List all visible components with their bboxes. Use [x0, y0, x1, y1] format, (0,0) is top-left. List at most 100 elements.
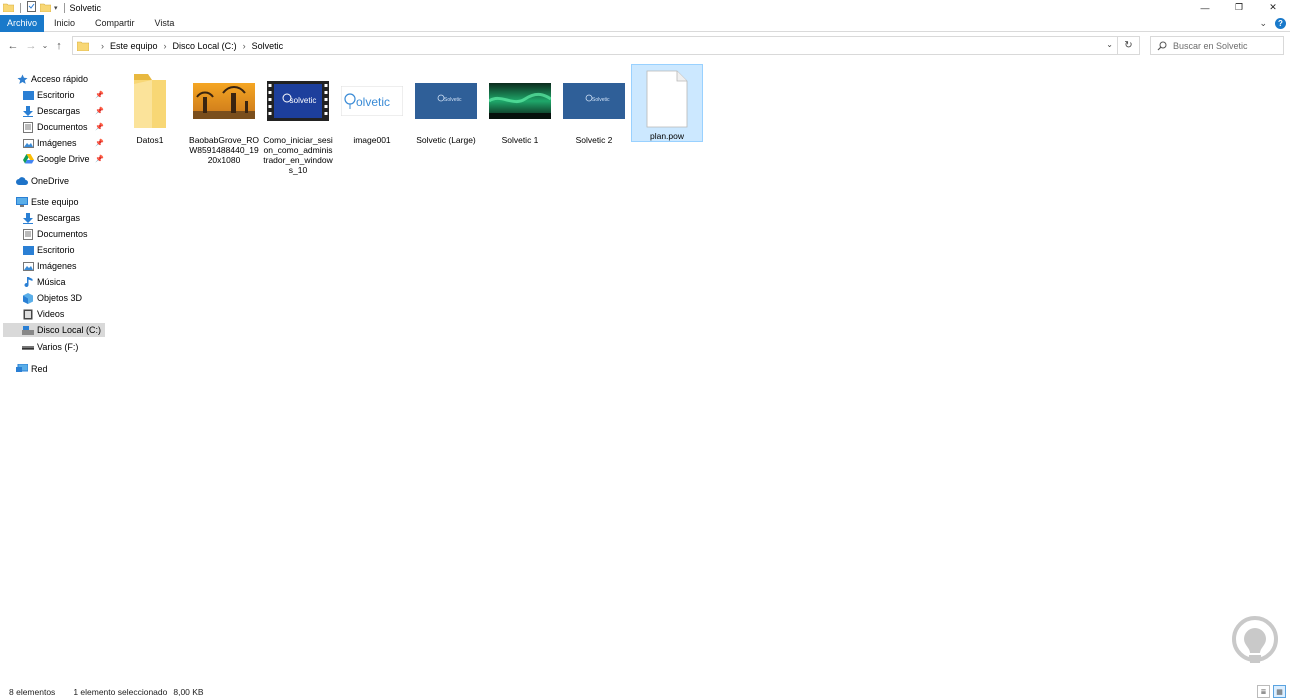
pictures-icon	[22, 260, 34, 272]
status-bar: 8 elementos 1 elemento seleccionado 8,00…	[0, 684, 1290, 700]
nav-pc-documentos[interactable]: Documentos	[22, 227, 106, 241]
breadcrumb-este-equipo[interactable]: Este equipo	[110, 41, 158, 51]
nav-pc-descargas[interactable]: Descargas	[22, 211, 106, 225]
maximize-button[interactable]: ❐	[1222, 0, 1256, 15]
desktop-icon	[22, 244, 34, 256]
star-icon	[16, 73, 28, 85]
tab-compartir[interactable]: Compartir	[85, 15, 145, 32]
nav-quick-documentos[interactable]: Documentos 📌	[22, 120, 106, 134]
blank-file-icon	[635, 69, 699, 129]
pin-icon: 📌	[95, 140, 104, 147]
nav-pc-imagenes[interactable]: Imágenes	[22, 259, 106, 273]
view-switcher: ≣ ▦	[1257, 685, 1286, 698]
tab-archivo[interactable]: Archivo	[0, 14, 45, 32]
folder-icon	[118, 69, 182, 133]
video-thumbnail: solvetic	[266, 69, 330, 133]
file-item-image001[interactable]: olvetic image001	[336, 65, 408, 175]
navigation-bar: ← → ⌄ ↑ › Este equipo › Disco Local (C:)…	[0, 33, 1290, 58]
video-icon	[22, 308, 34, 320]
customize-toolbar-icon[interactable]: ▾	[54, 4, 58, 12]
nav-red[interactable]: Red	[16, 362, 122, 376]
image-thumbnail	[488, 69, 552, 133]
music-icon	[22, 276, 34, 288]
file-name: Datos1	[136, 135, 164, 145]
file-list: Datos1 BaobabGrove_ROW8591488440_1920x10…	[110, 60, 1278, 684]
help-button[interactable]: ?	[1275, 18, 1286, 29]
details-view-icon: ≣	[1260, 688, 1267, 696]
solvetic-logo	[1230, 614, 1280, 674]
desktop-icon	[22, 89, 34, 101]
cube-icon	[22, 292, 34, 304]
search-box[interactable]: Buscar en Solvetic	[1150, 36, 1284, 55]
details-view-button[interactable]: ≣	[1257, 685, 1270, 698]
breadcrumb-disco-local[interactable]: Disco Local (C:)	[173, 41, 237, 51]
new-folder-icon[interactable]	[39, 2, 52, 14]
refresh-button[interactable]: ↻	[1118, 36, 1140, 55]
usb-drive-icon	[22, 341, 34, 353]
address-dropdown-button[interactable]: ⌄	[1106, 40, 1113, 49]
nav-quick-google-drive[interactable]: Google Drive 📌	[22, 152, 106, 166]
pin-icon: 📌	[95, 108, 104, 115]
nav-pc-videos[interactable]: Videos	[22, 307, 106, 321]
title-bar: ▾ Solvetic — ❐ ✕	[0, 0, 1290, 15]
nav-quick-escritorio[interactable]: Escritorio 📌	[22, 88, 106, 102]
help-icon: ?	[1278, 19, 1283, 28]
back-button[interactable]: ←	[4, 36, 22, 56]
large-icons-view-button[interactable]: ▦	[1273, 685, 1286, 698]
file-item-plan-pow[interactable]: plan.pow	[631, 64, 703, 142]
large-icons-view-icon: ▦	[1276, 688, 1283, 696]
file-name: image001	[353, 135, 391, 145]
nav-onedrive[interactable]: OneDrive	[16, 174, 122, 188]
vertical-scrollbar[interactable]	[1278, 60, 1290, 684]
download-icon	[22, 212, 34, 224]
breadcrumb-separator: ›	[242, 40, 246, 51]
search-input[interactable]: Buscar en Solvetic	[1173, 41, 1248, 51]
window-controls: — ❐ ✕	[1188, 0, 1290, 15]
nav-pc-objetos-3d[interactable]: Objetos 3D	[22, 291, 106, 305]
tab-vista[interactable]: Vista	[145, 15, 185, 32]
file-item-video[interactable]: solvetic Como_iniciar_sesion_como_admini…	[262, 65, 334, 175]
thumbnail-text: solvetic	[289, 95, 317, 105]
nav-pc-escritorio[interactable]: Escritorio	[22, 243, 106, 257]
close-button[interactable]: ✕	[1256, 0, 1290, 15]
file-item-solvetic-large[interactable]: Solvetic Solvetic (Large)	[410, 65, 482, 175]
file-item-datos1[interactable]: Datos1	[114, 65, 186, 175]
toolbar-separator	[63, 2, 65, 13]
image-thumbnail: Solvetic	[414, 69, 478, 133]
breadcrumb-solvetic[interactable]: Solvetic	[252, 41, 284, 51]
folder-icon	[77, 40, 89, 51]
nav-pc-varios[interactable]: Varios (F:)	[22, 340, 106, 354]
file-name: Como_iniciar_sesion_como_administrador_e…	[263, 135, 333, 175]
cloud-icon	[16, 175, 28, 187]
pin-icon: 📌	[95, 92, 104, 99]
toolbar-separator	[20, 2, 21, 13]
file-name: plan.pow	[649, 131, 685, 141]
nav-quick-access[interactable]: Acceso rápido	[16, 72, 122, 86]
up-button[interactable]: ↑	[50, 36, 68, 56]
nav-pc-musica[interactable]: Música	[22, 275, 106, 289]
quick-access-toolbar: ▾	[0, 0, 68, 15]
image-thumbnail: olvetic	[340, 69, 404, 133]
pictures-icon	[22, 137, 34, 149]
image-thumbnail: Solvetic	[562, 69, 626, 133]
nav-pc-disco-local[interactable]: Disco Local (C:)	[3, 323, 105, 337]
file-item-baobab[interactable]: BaobabGrove_ROW8591488440_1920x1080	[188, 65, 260, 175]
ribbon-expand-button[interactable]: ⌄	[1259, 18, 1267, 29]
file-name: Solvetic (Large)	[416, 135, 476, 145]
properties-icon[interactable]	[27, 1, 37, 14]
file-item-solvetic-2[interactable]: Solvetic Solvetic 2	[558, 65, 630, 175]
minimize-button[interactable]: —	[1188, 0, 1222, 15]
documents-icon	[22, 121, 34, 133]
google-drive-icon	[22, 153, 34, 165]
address-bar[interactable]: › Este equipo › Disco Local (C:) › Solve…	[72, 36, 1118, 55]
forward-button[interactable]: →	[22, 36, 40, 56]
thumbnail-text: olvetic	[356, 95, 391, 109]
recent-locations-button[interactable]: ⌄	[40, 36, 50, 56]
tab-inicio[interactable]: Inicio	[44, 15, 85, 32]
nav-quick-descargas[interactable]: Descargas 📌	[22, 104, 106, 118]
nav-quick-imagenes[interactable]: Imágenes 📌	[22, 136, 106, 150]
nav-este-equipo[interactable]: Este equipo	[16, 195, 122, 209]
file-item-solvetic-1[interactable]: Solvetic 1	[484, 65, 556, 175]
ribbon-tabs: Archivo Inicio Compartir Vista ⌄ ?	[0, 14, 1290, 32]
documents-icon	[22, 228, 34, 240]
